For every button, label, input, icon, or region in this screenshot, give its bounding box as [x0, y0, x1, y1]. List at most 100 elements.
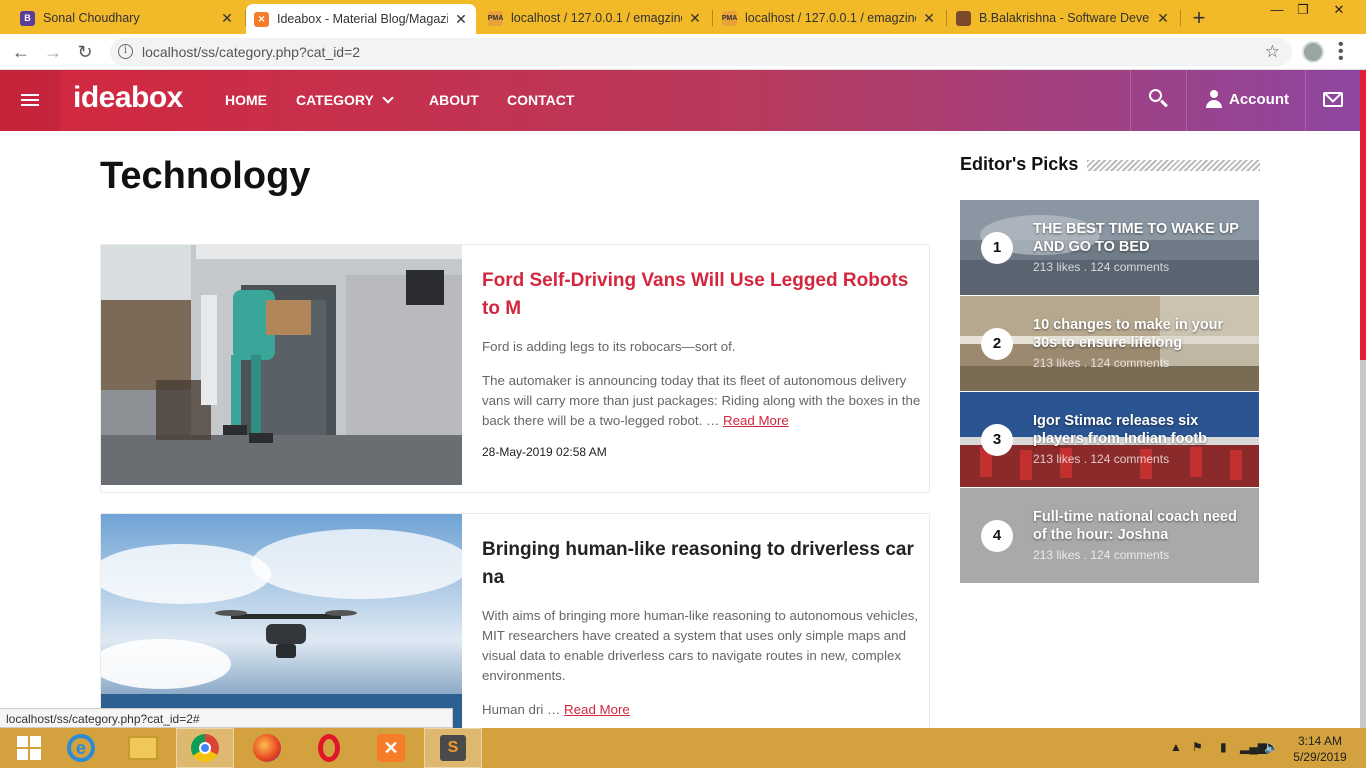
pick-meta: 213 likes . 124 comments: [1033, 452, 1170, 466]
nav-category-label: CATEGORY: [296, 92, 374, 108]
new-tab-button[interactable]: +: [1188, 5, 1210, 31]
post-excerpt-text: The automaker is announcing today that i…: [482, 373, 921, 428]
editors-pick-item[interactable]: 1 THE BEST TIME TO WAKE UP AND GO TO BED…: [960, 200, 1259, 295]
profile-avatar[interactable]: [1302, 41, 1324, 63]
read-more-link[interactable]: Read More: [723, 413, 789, 428]
editors-pick-item[interactable]: 2 10 changes to make in your 30s to ensu…: [960, 296, 1259, 391]
forward-arrow-icon[interactable]: →: [42, 41, 64, 63]
scrollbar-track: [1360, 360, 1366, 728]
sublime-text-icon[interactable]: S: [424, 728, 482, 768]
close-tab-icon[interactable]: ✕: [220, 10, 234, 27]
browser-tab[interactable]: B.Balakrishna - Software Develo ✕: [948, 4, 1178, 32]
opera-icon[interactable]: [300, 728, 358, 768]
read-more-link[interactable]: Read More: [564, 702, 630, 717]
editors-picks-title: Editor's Picks: [960, 154, 1079, 174]
pick-number-badge: 1: [981, 232, 1013, 264]
tab-title: localhost / 127.0.0.1 / emagzine: [511, 11, 682, 25]
phpmyadmin-icon: PMA: [488, 10, 503, 26]
person-icon: [1205, 90, 1223, 108]
xampp-icon[interactable]: ✕: [362, 728, 420, 768]
pick-title[interactable]: Igor Stimac releases six players from In…: [1033, 412, 1248, 448]
post-excerpt-text: Human dri: [482, 702, 544, 717]
page-scrollbar[interactable]: [1360, 70, 1366, 728]
restore-icon[interactable]: ❐: [1291, 2, 1315, 18]
battery-icon[interactable]: ▮: [1220, 740, 1227, 754]
tab-divider: [712, 10, 713, 26]
pick-meta: 213 likes . 124 comments: [1033, 548, 1170, 562]
chevron-down-icon: [382, 92, 394, 104]
browser-toolbar: ← → ↻ i localhost/ss/category.php?cat_id…: [0, 34, 1366, 70]
account-button[interactable]: Account: [1205, 90, 1289, 108]
editors-pick-item[interactable]: 3 Igor Stimac releases six players from …: [960, 392, 1259, 487]
volume-icon[interactable]: 🔈: [1264, 740, 1279, 754]
reload-icon[interactable]: ↻: [74, 41, 96, 63]
firefox-icon[interactable]: [238, 728, 296, 768]
info-icon[interactable]: i: [118, 44, 133, 59]
post-date: 28-May-2019 02:58 AM: [482, 445, 607, 459]
back-arrow-icon[interactable]: ←: [10, 41, 32, 63]
pick-meta: 213 likes . 124 comments: [1033, 260, 1170, 274]
address-bar[interactable]: i localhost/ss/category.php?cat_id=2 ☆: [110, 38, 1292, 66]
xampp-icon: ✕: [254, 11, 269, 27]
close-tab-icon[interactable]: ✕: [922, 10, 936, 27]
bootstrap-icon: B: [20, 10, 35, 26]
nav-contact[interactable]: CONTACT: [507, 92, 574, 108]
mail-icon[interactable]: [1323, 92, 1343, 107]
tab-title: localhost / 127.0.0.1 / emagzine: [745, 11, 916, 25]
window-close-icon[interactable]: ✕: [1327, 2, 1351, 18]
post-excerpt: Human dri … Read More: [482, 700, 926, 720]
editors-pick-item[interactable]: 4 Full-time national coach need of the h…: [960, 488, 1259, 583]
action-center-icon[interactable]: ⚑: [1192, 740, 1203, 754]
site-logo[interactable]: ideabox: [73, 81, 183, 115]
tab-divider: [946, 10, 947, 26]
show-hidden-icons[interactable]: ▲: [1170, 740, 1182, 754]
nav-category[interactable]: CATEGORY: [296, 92, 394, 108]
clock-date: 5/29/2019: [1293, 750, 1347, 764]
account-label: Account: [1229, 90, 1289, 108]
close-tab-icon[interactable]: ✕: [454, 11, 468, 28]
pick-title[interactable]: THE BEST TIME TO WAKE UP AND GO TO BED: [1033, 220, 1248, 256]
browser-tab[interactable]: PMA localhost / 127.0.0.1 / emagzine ✕: [714, 4, 944, 32]
post-body: Bringing human-like reasoning to driverl…: [482, 536, 926, 720]
profile-photo-icon: [956, 10, 971, 26]
browser-menu-icon[interactable]: • • •: [1338, 37, 1348, 67]
pick-number-badge: 4: [981, 520, 1013, 552]
browser-tab[interactable]: B Sonal Choudhary ✕: [12, 4, 242, 32]
tab-title: Ideabox - Material Blog/Magazi: [277, 12, 448, 26]
page-title: Technology: [100, 155, 311, 197]
clock-time: 3:14 AM: [1297, 734, 1343, 748]
hamburger-menu-icon[interactable]: [0, 70, 60, 131]
post-body: Ford Self-Driving Vans Will Use Legged R…: [482, 267, 926, 459]
system-clock[interactable]: 3:14 AM 5/29/2019: [1290, 733, 1350, 765]
pick-title[interactable]: Full-time national coach need of the hou…: [1033, 508, 1248, 544]
nav-about[interactable]: ABOUT: [429, 92, 479, 108]
title-stripe-decoration: [1087, 160, 1260, 171]
minimize-icon[interactable]: —: [1265, 2, 1289, 17]
close-tab-icon[interactable]: ✕: [688, 10, 702, 27]
header-divider: [1186, 70, 1187, 131]
start-button[interactable]: [0, 728, 58, 768]
pick-meta: 213 likes . 124 comments: [1033, 356, 1170, 370]
bookmark-star-icon[interactable]: ☆: [1265, 42, 1280, 62]
internet-explorer-icon[interactable]: e: [52, 728, 110, 768]
network-signal-icon[interactable]: ▂▄▆: [1240, 740, 1267, 754]
post-image-robot[interactable]: [101, 245, 462, 485]
address-url[interactable]: localhost/ss/category.php?cat_id=2: [142, 44, 360, 60]
scrollbar-thumb[interactable]: [1360, 70, 1366, 360]
search-icon[interactable]: [1148, 88, 1170, 110]
pick-title[interactable]: 10 changes to make in your 30s to ensure…: [1033, 316, 1248, 352]
browser-tab[interactable]: PMA localhost / 127.0.0.1 / emagzine ✕: [480, 4, 710, 32]
tab-title: Sonal Choudhary: [43, 11, 140, 25]
post-excerpt: The automaker is announcing today that i…: [482, 371, 926, 431]
browser-tab-strip: B Sonal Choudhary ✕ ✕ Ideabox - Material…: [0, 0, 1366, 34]
close-tab-icon[interactable]: ✕: [1156, 10, 1170, 27]
link-status-bubble: localhost/ss/category.php?cat_id=2#: [0, 708, 453, 728]
post-title-link[interactable]: Ford Self-Driving Vans Will Use Legged R…: [482, 267, 926, 323]
post-title-link[interactable]: Bringing human-like reasoning to driverl…: [482, 536, 926, 592]
browser-tab-active[interactable]: ✕ Ideabox - Material Blog/Magazi ✕: [246, 4, 476, 34]
file-explorer-icon[interactable]: [114, 728, 172, 768]
chrome-icon[interactable]: [176, 728, 234, 768]
nav-home[interactable]: HOME: [225, 92, 267, 108]
windows-taskbar: e ✕ S ▲ ⚑ ▮ ▂▄▆ 🔈 3:14 AM 5/29/2019: [0, 728, 1366, 768]
phpmyadmin-icon: PMA: [722, 10, 737, 26]
